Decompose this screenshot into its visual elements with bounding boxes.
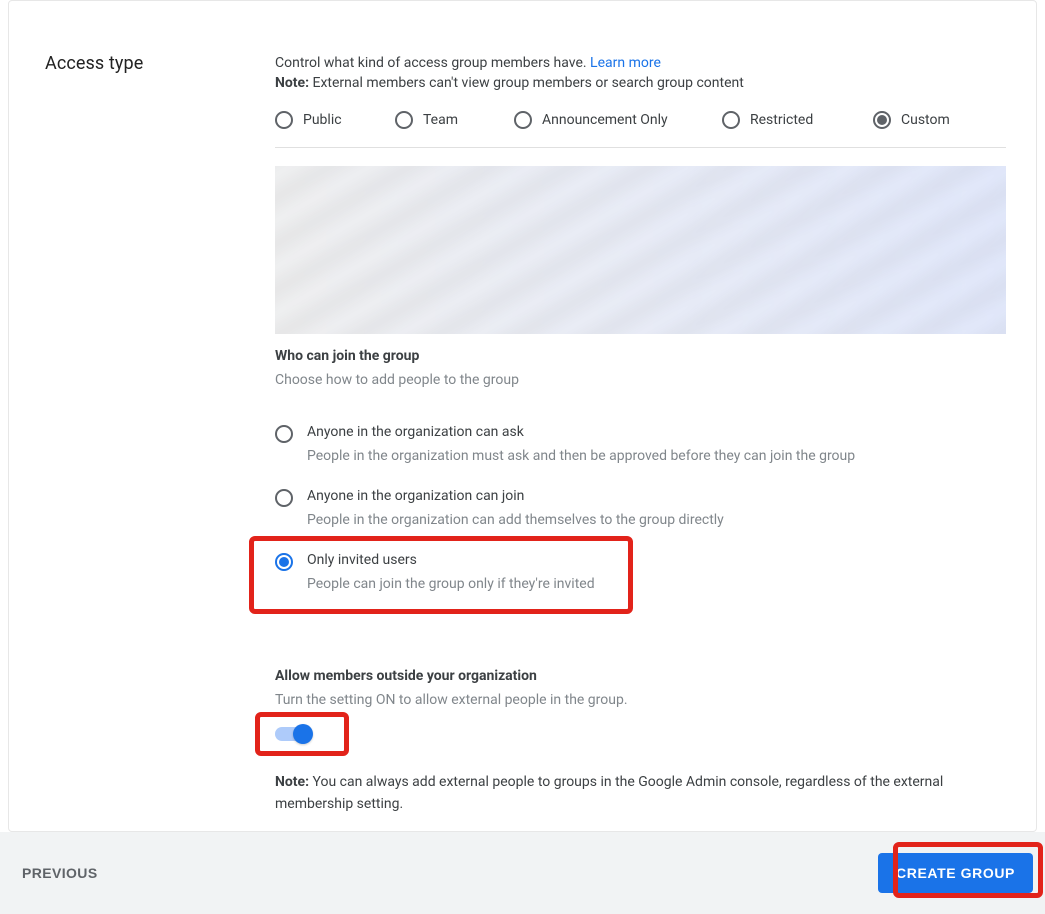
access-radio-public[interactable]: Public	[275, 111, 395, 129]
right-column: Control what kind of access group member…	[275, 53, 1006, 815]
join-option-anyone-join[interactable]: Anyone in the organization can join Peop…	[275, 482, 1006, 546]
radio-icon	[275, 489, 293, 507]
access-radio-label: Announcement Only	[542, 112, 668, 128]
access-radio-label: Team	[423, 112, 458, 128]
previous-button[interactable]: PREVIOUS	[18, 857, 102, 889]
radio-icon	[395, 111, 413, 129]
allow-external-note: Note: You can always add external people…	[275, 771, 1006, 815]
intro-block: Control what kind of access group member…	[275, 53, 1006, 93]
access-radio-label: Public	[303, 112, 342, 128]
learn-more-link[interactable]: Learn more	[590, 55, 661, 71]
join-option-label: Only invited users	[307, 552, 595, 568]
join-title: Who can join the group	[275, 348, 1006, 364]
radio-icon	[275, 553, 293, 571]
intro-lead-text: Control what kind of access group member…	[275, 55, 587, 71]
join-option-desc: People can join the group only if they'r…	[307, 576, 595, 592]
radio-icon	[275, 111, 293, 129]
join-options-group: Anyone in the organization can ask Peopl…	[275, 418, 1006, 610]
join-subsection: Who can join the group Choose how to add…	[275, 334, 1006, 610]
create-group-button[interactable]: CREATE GROUP	[878, 853, 1033, 893]
access-radio-team[interactable]: Team	[395, 111, 514, 129]
join-option-desc: People in the organization must ask and …	[307, 448, 855, 464]
access-radio-announcement[interactable]: Announcement Only	[514, 111, 722, 129]
join-option-label: Anyone in the organization can ask	[307, 424, 855, 440]
allow-external-toggle[interactable]	[275, 727, 311, 741]
note-label: Note:	[275, 774, 309, 790]
wizard-footer: PREVIOUS CREATE GROUP	[0, 832, 1045, 914]
allow-external-subsection: Allow members outside your organization …	[275, 654, 1006, 815]
access-type-radio-group: Public Team Announcement Only Restricted	[275, 111, 1006, 148]
settings-card: Access type Control what kind of access …	[8, 0, 1037, 832]
access-radio-custom[interactable]: Custom	[873, 111, 993, 129]
join-desc: Choose how to add people to the group	[275, 372, 1006, 388]
toggle-knob-icon	[293, 724, 313, 744]
access-radio-restricted[interactable]: Restricted	[722, 111, 873, 129]
join-option-invited-only[interactable]: Only invited users People can join the g…	[275, 546, 1006, 610]
note-text: You can always add external people to gr…	[275, 774, 943, 812]
radio-icon	[722, 111, 740, 129]
intro-note-text: External members can't view group member…	[313, 75, 744, 91]
access-radio-label: Restricted	[750, 112, 813, 128]
join-option-anyone-ask[interactable]: Anyone in the organization can ask Peopl…	[275, 418, 1006, 482]
radio-icon	[514, 111, 532, 129]
blurred-permissions-matrix	[275, 166, 1006, 334]
access-radio-label: Custom	[901, 112, 950, 128]
radio-icon	[873, 111, 891, 129]
radio-icon	[275, 425, 293, 443]
join-option-label: Anyone in the organization can join	[307, 488, 724, 504]
allow-external-desc: Turn the setting ON to allow external pe…	[275, 692, 1006, 708]
intro-note-label: Note:	[275, 75, 309, 91]
allow-external-title: Allow members outside your organization	[275, 668, 1006, 684]
join-option-desc: People in the organization can add thems…	[307, 512, 724, 528]
section-title: Access type	[45, 53, 275, 815]
